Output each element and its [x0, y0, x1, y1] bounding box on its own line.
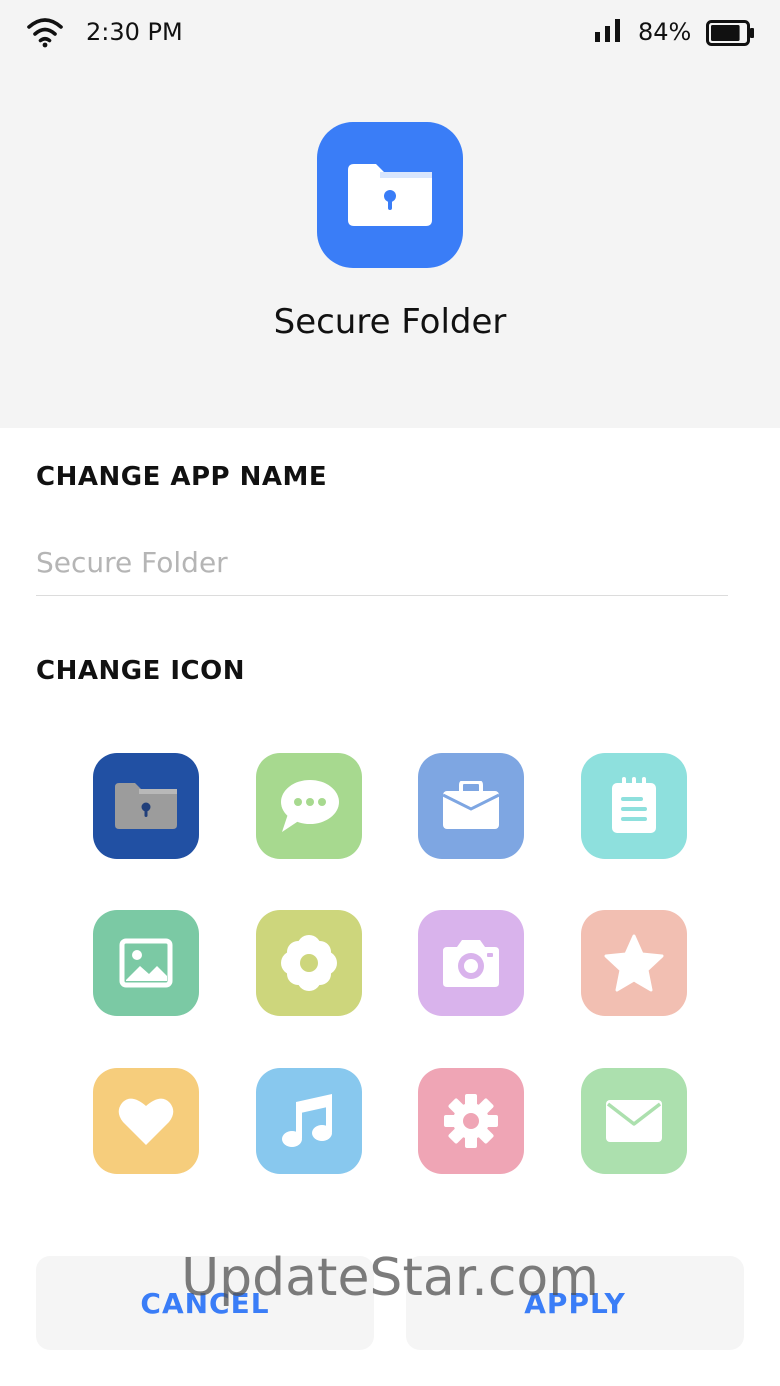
- signal-icon: [595, 19, 620, 42]
- folder-lock-icon: [115, 783, 177, 829]
- chat-icon: [281, 780, 339, 832]
- status-bar: 2:30 PM 84%: [0, 0, 780, 70]
- icon-option-settings[interactable]: [418, 1068, 524, 1174]
- icon-option-briefcase[interactable]: [418, 753, 524, 859]
- app-name-label: Secure Folder: [273, 302, 507, 342]
- icon-option-chat[interactable]: [256, 753, 362, 859]
- cancel-button[interactable]: CANCEL: [36, 1256, 374, 1350]
- star-icon: [604, 934, 664, 992]
- wifi-icon: [27, 18, 63, 48]
- notepad-icon: [612, 777, 656, 833]
- battery-percent: 84%: [638, 18, 692, 46]
- music-icon: [282, 1094, 332, 1147]
- icon-option-notepad[interactable]: [581, 753, 687, 859]
- app-name-input[interactable]: [36, 530, 728, 596]
- image-icon: [119, 938, 173, 988]
- mail-icon: [606, 1100, 662, 1142]
- icon-option-mail[interactable]: [581, 1068, 687, 1174]
- app-preview-header: Secure Folder: [0, 70, 780, 428]
- icon-option-music[interactable]: [256, 1068, 362, 1174]
- icon-option-folder-lock[interactable]: [93, 753, 199, 859]
- icon-option-star[interactable]: [581, 910, 687, 1016]
- briefcase-icon: [442, 781, 500, 829]
- flower-icon: [281, 935, 337, 991]
- status-time: 2:30 PM: [86, 18, 183, 46]
- battery-icon: [706, 20, 754, 46]
- icon-grid: [93, 753, 687, 1174]
- change-app-name-title: CHANGE APP NAME: [36, 462, 328, 492]
- icon-option-flower[interactable]: [256, 910, 362, 1016]
- apply-button[interactable]: APPLY: [406, 1256, 744, 1350]
- change-icon-title: CHANGE ICON: [36, 656, 245, 686]
- icon-option-camera[interactable]: [418, 910, 524, 1016]
- camera-icon: [443, 940, 499, 987]
- heart-icon: [118, 1098, 174, 1145]
- settings-icon: [444, 1094, 498, 1148]
- secure-folder-icon: [317, 122, 463, 268]
- icon-option-heart[interactable]: [93, 1068, 199, 1174]
- icon-option-image[interactable]: [93, 910, 199, 1016]
